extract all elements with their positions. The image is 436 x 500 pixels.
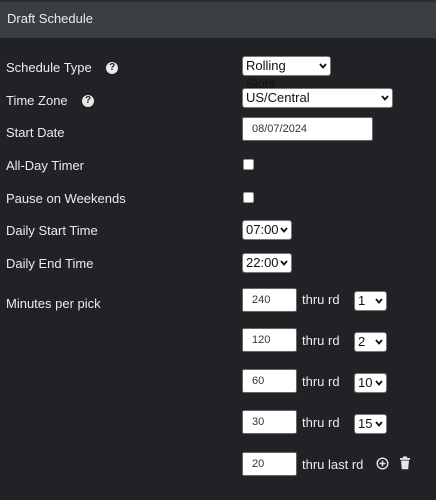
schedule-type-label: Schedule Type ? [6,60,119,75]
time-zone-label: Time Zone ? [6,93,95,108]
thru-round-select[interactable]: 1 [354,291,387,311]
time-zone-value: US/Central [246,90,310,105]
last-round-minutes-input[interactable]: 20 [242,452,297,476]
chevron-down-icon [375,380,383,386]
panel-title: Draft Schedule [7,11,93,26]
daily-start-select[interactable]: 07:00 [242,220,292,240]
chevron-down-icon [381,95,389,101]
daily-start-value: 07:00 [246,222,279,237]
chevron-down-icon [280,260,288,266]
pick-minutes-input[interactable]: 60 [242,369,297,393]
all-day-timer-checkbox[interactable] [243,159,254,170]
thru-round-label: thru rd [302,292,340,307]
thru-last-round-label: thru last rd [302,457,364,472]
daily-end-label: Daily End Time [6,256,94,271]
pause-weekends-label: Pause on Weekends [6,191,126,206]
pick-minutes-input[interactable]: 120 [242,328,297,352]
chevron-down-icon [280,227,288,233]
pause-weekends-checkbox[interactable] [243,192,254,203]
chevron-down-icon [375,298,383,304]
thru-round-value: 1 [358,293,366,308]
chevron-down-icon [375,339,383,345]
start-date-input[interactable]: 08/07/2024 [242,117,373,141]
thru-round-label: thru rd [302,333,340,348]
pick-minutes-input[interactable]: 240 [242,288,297,312]
thru-round-label: thru rd [302,415,340,430]
schedule-type-select[interactable]: Rolling Slots [242,56,331,91]
trash-icon[interactable] [399,456,411,470]
plus-circle-icon[interactable] [376,457,389,470]
thru-round-value: 10 [358,375,373,390]
thru-round-value: 15 [358,416,373,431]
time-zone-help-icon[interactable]: ? [82,94,95,107]
thru-round-select[interactable]: 2 [354,332,387,352]
daily-start-label: Daily Start Time [6,223,98,238]
thru-round-value: 2 [358,334,366,349]
chevron-down-icon [319,63,327,69]
pick-minutes-input[interactable]: 30 [242,410,297,434]
panel-header: Draft Schedule [0,0,436,38]
minutes-per-pick-label: Minutes per pick [6,296,101,311]
chevron-down-icon [375,421,383,427]
thru-round-label: thru rd [302,374,340,389]
daily-end-value: 22:00 [246,255,279,270]
thru-round-select[interactable]: 10 [354,373,387,393]
schedule-type-help-icon[interactable]: ? [106,61,119,74]
schedule-type-value: Rolling Slots [246,58,286,91]
time-zone-select[interactable]: US/Central [242,88,393,108]
start-date-label: Start Date [6,125,65,140]
daily-end-select[interactable]: 22:00 [242,253,292,273]
all-day-timer-label: All-Day Timer [6,158,85,173]
thru-round-select[interactable]: 15 [354,414,387,434]
